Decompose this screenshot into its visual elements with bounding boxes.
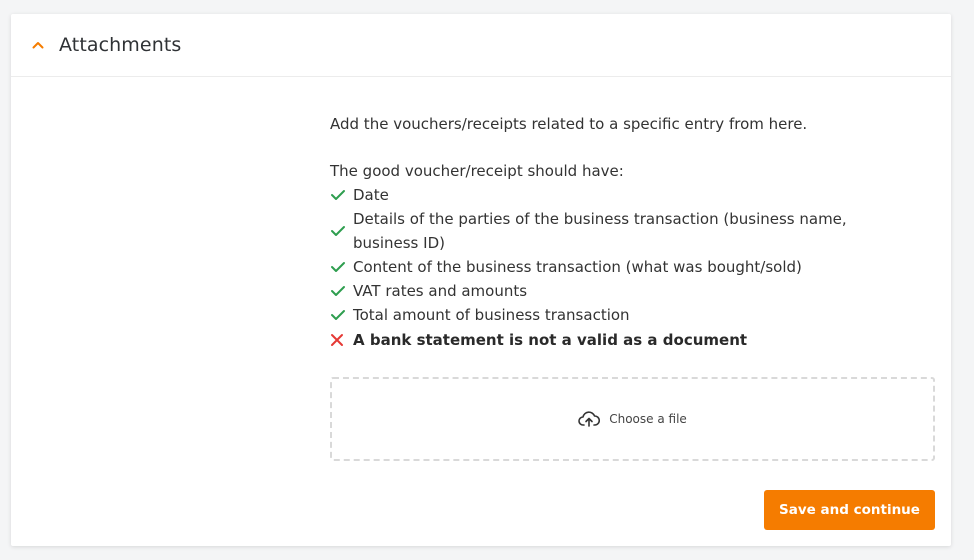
warning-item: A bank statement is not a valid as a doc… bbox=[330, 328, 935, 352]
list-item-text: Content of the business transaction (wha… bbox=[353, 258, 802, 276]
list-item: VAT rates and amounts bbox=[330, 279, 935, 303]
checklist-heading: The good voucher/receipt should have: bbox=[330, 162, 624, 180]
attachments-card: Attachments Add the vouchers/receipts re… bbox=[11, 14, 951, 546]
check-icon bbox=[330, 189, 353, 201]
list-item: Date bbox=[330, 183, 935, 207]
check-icon bbox=[330, 285, 353, 297]
save-and-continue-button[interactable]: Save and continue bbox=[764, 490, 935, 530]
list-item-text: Date bbox=[353, 186, 389, 204]
check-icon bbox=[330, 261, 353, 273]
section-title: Attachments bbox=[59, 34, 182, 56]
check-icon bbox=[330, 309, 353, 321]
warning-text: A bank statement is not a valid as a doc… bbox=[353, 331, 748, 349]
cloud-upload-icon bbox=[578, 411, 601, 427]
check-icon bbox=[330, 225, 353, 237]
choose-file-button[interactable]: Choose a file bbox=[578, 411, 687, 427]
list-item: Details of the parties of the business t… bbox=[330, 207, 935, 255]
attachments-header[interactable]: Attachments bbox=[11, 14, 951, 77]
attachments-content: Add the vouchers/receipts related to a s… bbox=[330, 77, 935, 461]
list-item-text: VAT rates and amounts bbox=[353, 282, 528, 300]
intro-text: Add the vouchers/receipts related to a s… bbox=[330, 115, 808, 133]
file-dropzone[interactable]: Choose a file bbox=[330, 377, 935, 461]
cross-icon bbox=[330, 333, 353, 347]
list-item: Total amount of business transaction bbox=[330, 303, 935, 327]
list-item-text: Details of the parties of the business t… bbox=[353, 210, 847, 252]
list-item: Content of the business transaction (wha… bbox=[330, 255, 935, 279]
choose-file-label: Choose a file bbox=[609, 412, 687, 426]
chevron-up-icon[interactable] bbox=[29, 36, 47, 54]
list-item-text: Total amount of business transaction bbox=[353, 306, 630, 324]
requirements-list: Date Details of the parties of the busin… bbox=[330, 183, 935, 352]
